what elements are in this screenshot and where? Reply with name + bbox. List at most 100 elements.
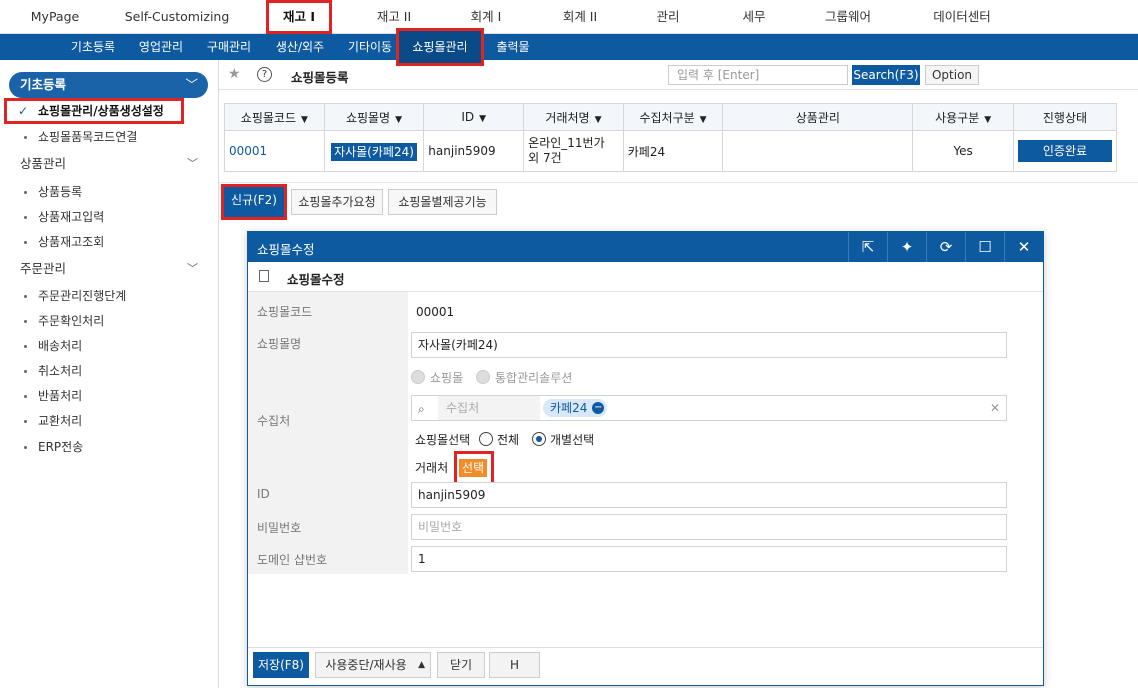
refresh-icon[interactable]: ⟳ [926,232,965,262]
id-input[interactable]: hanjin5909 [411,482,1007,508]
sidebar-item-cancel[interactable]: 취소처리 [0,360,218,382]
modal-subheader: 쇼핑몰수정 [248,262,1043,292]
password-input[interactable]: 비밀번호 [411,514,1007,540]
close-button[interactable]: 닫기 [437,652,485,678]
history-button[interactable]: H [489,652,540,678]
save-button[interactable]: 저장(F8) [253,652,309,678]
sidebar-item-erp-send[interactable]: ERP전송 [0,436,218,458]
shop-no-input[interactable]: 1 [411,546,1007,572]
sidebar-group-label: 상품관리 [20,156,67,171]
sidebar-item-label: 상품등록 [38,185,83,199]
col-header-mall-name[interactable]: 쇼핑몰명 ▼ [323,103,425,131]
radio-mall-individual[interactable] [532,432,546,446]
radio-mall-label: 쇼핑몰 [430,371,464,385]
submenu-print[interactable]: 출력물 [488,34,538,60]
mall-add-request-button[interactable]: 쇼핑몰추가요청 [291,189,383,215]
submenu-etc[interactable]: 기타이동 [340,34,400,60]
menu-groupware[interactable]: 그룹웨어 [808,0,888,34]
sidebar-item-mall-settings[interactable]: ✓ 쇼핑몰관리/상품생성설정 [4,98,184,124]
search-button[interactable]: Search(F3) [852,65,920,85]
toolbar: ★ ? 쇼핑몰등록 입력 후 [Enter] Search(F3) Option [219,60,1138,90]
sidebar-group-order[interactable]: 주문관리 ﹀ [0,257,218,281]
pin-icon[interactable]: ✦ [887,232,926,262]
submenu-sales[interactable]: 영업관리 [130,34,192,60]
sort-down-icon: ▼ [300,114,308,125]
menu-datacenter[interactable]: 데이터센터 [914,0,1010,34]
sort-down-icon: ▼ [699,114,707,125]
submenu-production[interactable]: 생산/외주 [266,34,334,60]
sidebar-item-shipping[interactable]: 배송처리 [0,335,218,357]
col-header-status: 진행상태 [1012,103,1118,131]
suspend-reuse-button[interactable]: 사용중단/재사용 ▲ [315,652,431,678]
cell-collect: 카페24 [622,130,724,172]
menu-account-2[interactable]: 회계 II [540,0,620,34]
caret-up-icon: ▲ [418,660,425,670]
sidebar-item-product-register[interactable]: 상품등록 [0,181,218,203]
col-header-id[interactable]: ID ▼ [423,103,525,131]
document-icon [259,270,269,282]
submenu-purchase[interactable]: 구매관리 [198,34,260,60]
sidebar-item-exchange[interactable]: 교환처리 [0,410,218,432]
bullet-icon [24,320,27,323]
sort-down-icon: ▼ [594,114,602,125]
mall-features-button[interactable]: 쇼핑몰별제공기능 [388,189,497,215]
sidebar-item-order-stage[interactable]: 주문관리진행단계 [0,285,218,307]
sidebar-item-return[interactable]: 반품처리 [0,385,218,407]
menu-manage[interactable]: 관리 [630,0,706,34]
option-button[interactable]: Option [925,65,979,85]
table-row[interactable]: 00001 자사몰(카페24) hanjin5909 온라인_11번가 외 7건… [224,130,1118,172]
bullet-icon [24,446,27,449]
sidebar-item-label: 반품처리 [38,389,83,403]
sidebar-item-order-confirm[interactable]: 주문확인처리 [0,310,218,332]
star-icon[interactable]: ★ [228,66,241,82]
clear-icon[interactable]: ✕ [990,396,1000,420]
sort-down-icon: ▼ [984,114,992,125]
menu-stock-1[interactable]: 재고 I [266,0,332,34]
status-badge[interactable]: 인증완료 [1017,140,1112,162]
collect-field[interactable]: ⌕ 수집처 ✕ [411,395,1007,421]
sidebar-head-basic[interactable]: 기초등록 ﹀ [9,72,208,98]
code-link[interactable]: 00001 [229,144,267,158]
radio-solution-type [476,370,490,384]
sidebar-item-product-stock-view[interactable]: 상품재고조회 [0,231,218,253]
modal-title: 쇼핑몰수정 [257,242,315,257]
partner-label: 거래처 [415,461,449,475]
label-collect: 수집처 [257,414,291,428]
modal-header: 쇼핑몰수정 ⇱ ✦ ⟳ ☐ ✕ [248,232,1043,262]
bullet-icon [24,345,27,348]
sort-down-icon: ▼ [395,114,403,125]
col-header-code[interactable]: 쇼핑몰코드 ▼ [224,103,325,131]
external-link-icon[interactable]: ⇱ [848,232,887,262]
suspend-reuse-label: 사용중단/재사용 [325,658,407,672]
cell-code[interactable]: 00001 [224,130,325,172]
sidebar-item-label: ERP전송 [38,440,84,454]
maximize-icon[interactable]: ☐ [965,232,1004,262]
submenu-basic[interactable]: 기초등록 [62,34,124,60]
mall-table: 쇼핑몰코드 ▼ 쇼핑몰명 ▼ ID ▼ 거래처명 ▼ 수집처구분 ▼ 상품관리 사용구분 ▼… [224,103,1118,172]
cell-status: 인증완료 [1012,130,1118,172]
menu-self-customizing[interactable]: Self-Customizing [118,0,236,34]
menu-mypage[interactable]: MyPage [0,0,110,34]
sidebar-item-product-stock-input[interactable]: 상품재고입력 [0,206,218,228]
collect-chip-label: 카페24 [550,401,588,415]
sidebar-item-mall-code-link[interactable]: 쇼핑몰품목코드연결 [0,126,218,148]
help-icon[interactable]: ? [257,67,272,82]
collect-search-input[interactable]: 수집처 [438,396,540,420]
col-header-use[interactable]: 사용구분 ▼ [912,103,1014,131]
sidebar-group-product[interactable]: 상품관리 ﹀ [0,152,218,176]
close-icon[interactable]: ✕ [1004,232,1043,262]
new-button[interactable]: 신규(F2) [221,184,287,220]
mall-name-input[interactable]: 자사몰(카페24) [411,332,1007,358]
col-header-partner[interactable]: 거래처명 ▼ [523,103,624,131]
remove-chip-icon[interactable]: − [592,402,605,414]
check-icon: ✓ [18,104,29,118]
col-header-collect[interactable]: 수집처구분 ▼ [622,103,724,131]
search-input[interactable]: 입력 후 [Enter] [668,65,848,85]
radio-mall-all[interactable] [479,432,493,446]
radio-mall-individual-label: 개별선택 [550,433,595,447]
chevron-down-icon: ﹀ [187,262,198,275]
collect-chip[interactable]: 카페24 − [543,399,608,417]
mall-select-label: 쇼핑몰선택 [415,433,471,447]
menu-tax[interactable]: 세무 [716,0,792,34]
search-icon[interactable]: ⌕ [418,397,425,421]
